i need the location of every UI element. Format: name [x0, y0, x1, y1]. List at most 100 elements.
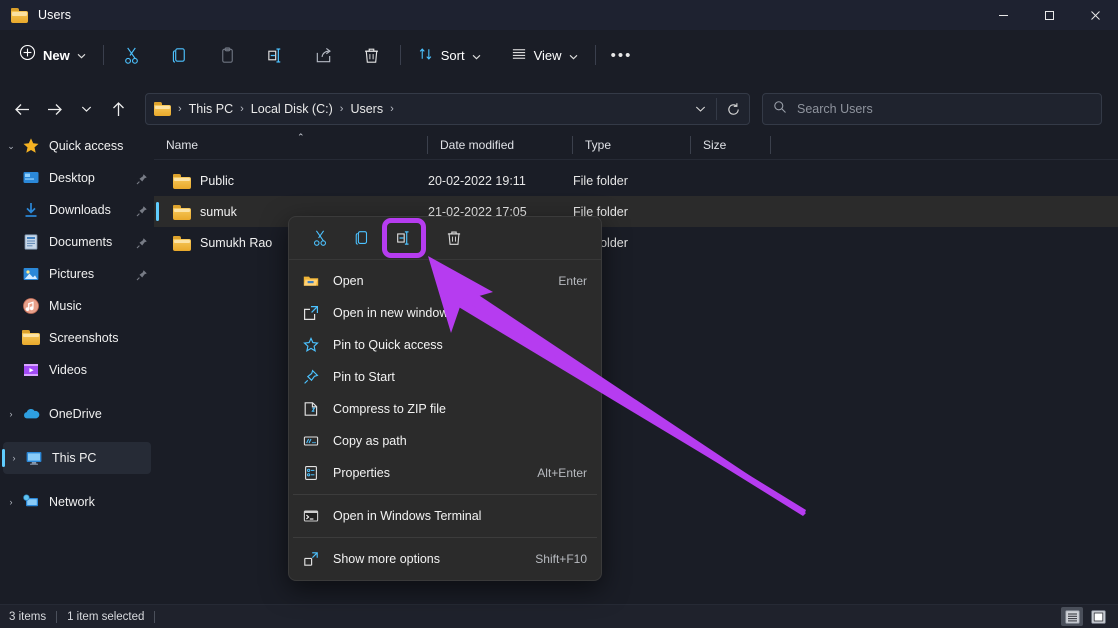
breadcrumb-item-users[interactable]: Users: [345, 99, 388, 119]
context-delete-button[interactable]: [437, 223, 471, 253]
sidebar-item-onedrive[interactable]: › OneDrive: [0, 398, 154, 430]
desktop-icon: [22, 169, 40, 187]
ellipsis-icon: •••: [610, 46, 633, 64]
sort-button[interactable]: Sort: [409, 39, 490, 71]
pictures-icon: [22, 265, 40, 283]
recent-locations-button[interactable]: [70, 93, 102, 125]
terminal-icon: [303, 508, 319, 524]
table-row[interactable]: Public 20-02-2022 19:11 File folder: [154, 165, 1118, 196]
sidebar-item-pictures[interactable]: Pictures: [0, 258, 154, 290]
sidebar-group-quick-access[interactable]: ⌄ Quick access: [0, 130, 154, 162]
sidebar-item-music[interactable]: Music: [0, 290, 154, 322]
breadcrumb-item-this-pc[interactable]: This PC: [184, 99, 238, 119]
chevron-right-icon[interactable]: ›: [0, 409, 22, 419]
title-bar: Users: [0, 0, 1118, 30]
context-menu-label-pin-to-quick-access: Pin to Quick access: [333, 338, 443, 352]
selection-status: 1 item selected: [67, 610, 145, 623]
context-menu-item-properties[interactable]: Properties Alt+Enter: [289, 457, 601, 489]
context-menu-accel-properties: Alt+Enter: [537, 466, 587, 480]
sidebar-item-screenshots[interactable]: Screenshots: [0, 322, 154, 354]
more-options-button[interactable]: •••: [604, 39, 640, 71]
context-menu-item-copy-as-path[interactable]: Copy as path: [289, 425, 601, 457]
maximize-button[interactable]: [1026, 0, 1072, 30]
sidebar-item-videos[interactable]: Videos: [0, 354, 154, 386]
refresh-button[interactable]: [717, 94, 749, 124]
column-header-type[interactable]: Type: [573, 130, 691, 160]
paste-button[interactable]: [208, 39, 248, 71]
context-menu-item-pin-to-quick-access[interactable]: Pin to Quick access: [289, 329, 601, 361]
divider: [293, 537, 597, 538]
sidebar-item-downloads[interactable]: Downloads: [0, 194, 154, 226]
plus-circle-icon: [19, 44, 36, 66]
address-dropdown-button[interactable]: [684, 94, 716, 124]
navigation-bar: › This PC › Local Disk (C:) › Users › Se…: [0, 88, 1118, 130]
sidebar-item-this-pc[interactable]: › This PC: [2, 442, 151, 474]
context-menu-item-open-in-new-window[interactable]: Open in new window: [289, 297, 601, 329]
file-date-modified: 20-02-2022 19:11: [428, 173, 526, 188]
sidebar-label-onedrive: OneDrive: [49, 407, 102, 421]
context-cut-button[interactable]: [303, 223, 337, 253]
chevron-down-icon[interactable]: ⌄: [0, 141, 22, 152]
chevron-right-icon[interactable]: ›: [0, 497, 22, 507]
sidebar-item-documents[interactable]: Documents: [0, 226, 154, 258]
close-button[interactable]: [1072, 0, 1118, 30]
window-title: Users: [38, 8, 72, 22]
sidebar-item-desktop[interactable]: Desktop: [0, 162, 154, 194]
column-label-size: Size: [703, 137, 727, 152]
sidebar-label-network: Network: [49, 495, 95, 509]
sort-arrows-icon: [418, 46, 434, 65]
context-menu-item-show-more-options[interactable]: Show more options Shift+F10: [289, 543, 601, 575]
star-icon: [22, 137, 40, 155]
sidebar-label-downloads: Downloads: [49, 203, 111, 217]
copy-button[interactable]: [160, 39, 200, 71]
view-button[interactable]: View: [502, 39, 587, 71]
sidebar-label-quick-access: Quick access: [49, 139, 124, 153]
new-button[interactable]: New: [12, 39, 95, 71]
sidebar-label-pictures: Pictures: [49, 267, 95, 281]
back-button[interactable]: [6, 93, 38, 125]
delete-button[interactable]: [352, 39, 392, 71]
up-button[interactable]: [102, 93, 134, 125]
context-menu-item-compress-to-zip[interactable]: Compress to ZIP file: [289, 393, 601, 425]
pin-icon: [136, 236, 148, 249]
minimize-button[interactable]: [980, 0, 1026, 30]
pin-icon: [303, 369, 319, 385]
breadcrumb-separator: ›: [178, 103, 182, 115]
rename-button[interactable]: [256, 39, 296, 71]
search-input[interactable]: Search Users: [762, 93, 1102, 125]
column-header-date-modified[interactable]: Date modified: [428, 130, 573, 160]
context-rename-button[interactable]: [382, 218, 426, 258]
search-placeholder: Search Users: [797, 102, 873, 116]
breadcrumb-item-local-disk[interactable]: Local Disk (C:): [246, 99, 338, 119]
context-menu-item-open-in-windows-terminal[interactable]: Open in Windows Terminal: [289, 500, 601, 532]
pin-icon: [136, 172, 148, 185]
column-header-name[interactable]: Name ⌃: [154, 130, 428, 160]
column-header-size[interactable]: Size: [691, 130, 771, 160]
details-view-button[interactable]: [1061, 607, 1083, 626]
address-bar[interactable]: › This PC › Local Disk (C:) › Users ›: [145, 93, 750, 125]
sidebar-item-network[interactable]: › Network: [0, 486, 154, 518]
breadcrumb: › This PC › Local Disk (C:) › Users ›: [176, 99, 684, 119]
chevron-right-icon[interactable]: ›: [3, 453, 25, 463]
sidebar-label-screenshots: Screenshots: [49, 331, 119, 345]
chevron-down-icon: [569, 48, 578, 63]
cut-button[interactable]: [112, 39, 152, 71]
context-copy-button[interactable]: [345, 223, 379, 253]
context-menu-label-properties: Properties: [333, 466, 390, 480]
large-icons-view-button[interactable]: [1087, 607, 1109, 626]
sidebar-label-desktop: Desktop: [49, 171, 95, 185]
view-mode-buttons: [1061, 607, 1109, 626]
sidebar-label-this-pc: This PC: [52, 451, 97, 465]
folder-icon: [11, 7, 28, 23]
forward-button[interactable]: [38, 93, 70, 125]
file-name: Sumukh Rao: [200, 235, 273, 250]
chevron-down-icon: [472, 48, 481, 63]
context-menu-label-open-in-windows-terminal: Open in Windows Terminal: [333, 509, 482, 523]
column-label-name: Name: [166, 137, 199, 152]
share-button[interactable]: [304, 39, 344, 71]
context-menu-item-pin-to-start[interactable]: Pin to Start: [289, 361, 601, 393]
context-menu-item-open[interactable]: Open Enter: [289, 265, 601, 297]
